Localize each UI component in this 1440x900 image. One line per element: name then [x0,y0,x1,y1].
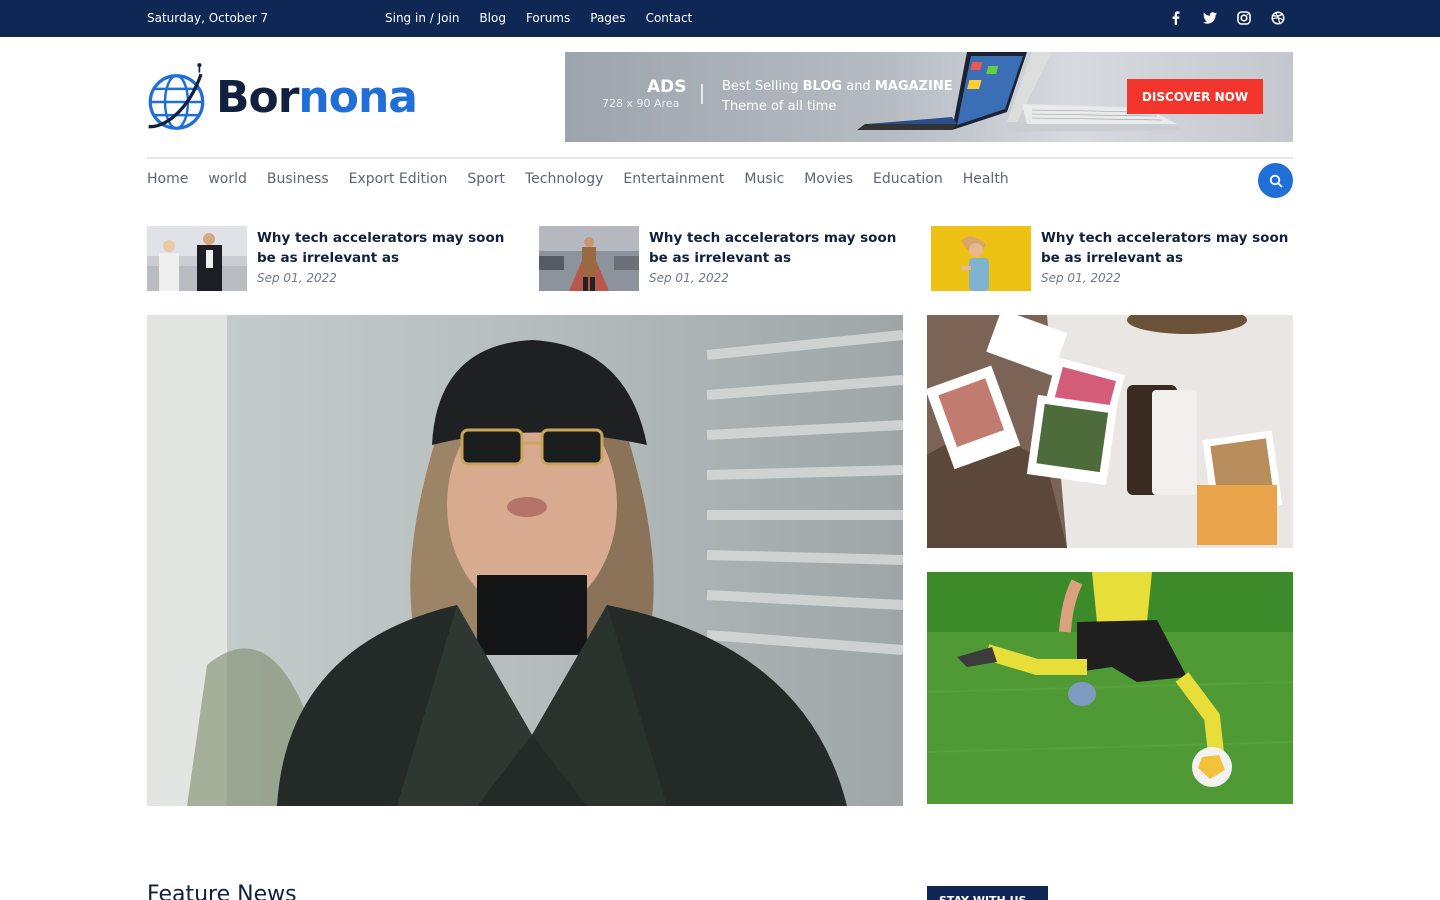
side-image-photos[interactable] [927,315,1293,548]
post-card[interactable]: Why tech accelerators may soon be as irr… [931,226,1293,291]
nav-item-export-edition[interactable]: Export Edition [349,171,448,187]
logo-text-dark: Bor [215,72,299,123]
nav-item-sport[interactable]: Sport [467,171,505,187]
nav-item-business[interactable]: Business [267,171,329,187]
post-date: Sep 01, 2022 [1041,271,1121,285]
contact-link[interactable]: Contact [646,11,693,25]
top-links: Sing in / Join Blog Forums Pages Contact [385,11,692,25]
post-card[interactable]: Why tech accelerators may soon be as irr… [539,226,901,291]
nav-item-home[interactable]: Home [147,171,188,187]
side-image-soccer[interactable] [927,572,1293,804]
nav-item-education[interactable]: Education [873,171,943,187]
nav-item-music[interactable]: Music [744,171,784,187]
dribbble-icon[interactable] [1268,9,1288,27]
post-date: Sep 01, 2022 [649,271,729,285]
post-thumbnail[interactable] [147,226,247,291]
ad-tagline-blog: BLOG [802,79,843,94]
logo-wordmark: Bornona [215,72,418,123]
post-title[interactable]: Why tech accelerators may soon be as irr… [649,228,899,268]
nav-item-technology[interactable]: Technology [525,171,603,187]
ad-size: 728 x 90 Area [602,97,680,110]
globe-logo-icon [148,63,205,130]
search-button[interactable] [1258,163,1293,198]
ad-tagline-pre: Best Selling [722,79,803,94]
current-date: Saturday, October 7 [147,11,269,25]
logo-text-blue: nona [298,72,418,123]
twitter-icon[interactable] [1200,9,1220,27]
ad-banner[interactable]: ADS 728 x 90 Area Best Selling BLOG and … [565,52,1293,142]
nav-item-movies[interactable]: Movies [804,171,853,187]
ad-label: ADS [647,77,687,97]
nav-item-world[interactable]: world [208,171,247,187]
social-links [1166,9,1288,27]
site-logo[interactable]: Bornona [147,55,418,140]
post-title[interactable]: Why tech accelerators may soon be as irr… [1041,228,1291,268]
nav-divider [147,157,1293,159]
signin-join-link[interactable]: Sing in / Join [385,11,459,25]
blog-link[interactable]: Blog [479,11,506,25]
post-title[interactable]: Why tech accelerators may soon be as irr… [257,228,507,268]
feature-news-heading: Feature News [147,882,297,900]
post-card[interactable]: Why tech accelerators may soon be as irr… [147,226,509,291]
post-date: Sep 01, 2022 [257,271,337,285]
discover-now-button[interactable]: DISCOVER NOW [1127,79,1263,114]
instagram-icon[interactable] [1234,9,1254,27]
post-thumbnail[interactable] [539,226,639,291]
hero-image[interactable] [147,315,903,806]
ad-divider [701,84,703,104]
forums-link[interactable]: Forums [526,11,570,25]
post-thumbnail[interactable] [931,226,1031,291]
facebook-icon[interactable] [1166,9,1186,27]
ad-tagline-line2: Theme of all time [722,99,837,114]
nav-item-health[interactable]: Health [963,171,1009,187]
stay-with-us-badge: STAY WITH US [927,886,1048,900]
main-nav: Home world Business Export Edition Sport… [147,171,1029,187]
pages-link[interactable]: Pages [590,11,625,25]
top-bar: Saturday, October 7 Sing in / Join Blog … [0,0,1440,37]
nav-item-entertainment[interactable]: Entertainment [623,171,724,187]
search-icon [1269,174,1282,187]
